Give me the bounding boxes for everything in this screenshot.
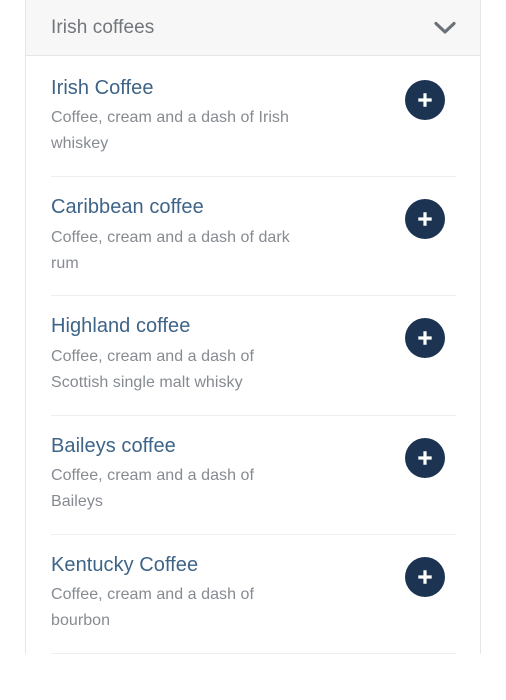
list-item: Kentucky Coffee Coffee, cream and a dash… [51,535,456,655]
plus-icon [415,448,435,468]
item-title: Kentucky Coffee [51,553,199,576]
list-item: Caribbean coffee Coffee, cream and a das… [51,177,456,297]
list-item: Highland coffee Coffee, cream and a dash… [51,296,456,416]
list-item: Irish Coffee Coffee, cream and a dash of… [51,56,456,178]
item-text-block: Kentucky Coffee Coffee, cream and a dash… [51,553,405,634]
menu-item-list: Irish Coffee Coffee, cream and a dash of… [26,56,480,655]
add-item-button[interactable] [405,80,445,120]
plus-icon [415,328,435,348]
add-item-button[interactable] [405,556,445,597]
category-header-irish-coffees[interactable]: Irish coffees [26,0,480,56]
item-description: Coffee, cream and a dash of Irish whiske… [51,109,289,153]
plus-icon [415,567,435,587]
item-title: Caribbean coffee [51,196,204,219]
category-title: Irish coffees [51,17,155,38]
page-root: Irish coffees Irish Coffee Coffee, cream… [0,0,506,700]
item-text-block: Caribbean coffee Coffee, cream and a das… [51,195,405,276]
item-text-block: Irish Coffee Coffee, cream and a dash of… [51,76,405,157]
list-item: Baileys coffee Coffee, cream and a dash … [51,416,456,535]
plus-icon [415,209,435,229]
add-item-button[interactable] [405,437,445,478]
plus-icon [415,90,435,110]
item-text-block: Baileys coffee Coffee, cream and a dash … [51,434,405,515]
item-title: Baileys coffee [51,434,176,457]
item-description: Coffee, cream and a dash of Scottish sin… [51,347,254,391]
item-title: Irish Coffee [51,77,154,99]
item-text-block: Highland coffee Coffee, cream and a dash… [51,314,405,395]
menu-category-card: Irish coffees Irish Coffee Coffee, cream… [25,0,481,655]
item-description: Coffee, cream and a dash of Baileys [51,467,254,510]
add-item-button[interactable] [405,199,445,240]
item-description: Coffee, cream and a dash of bourbon [51,586,254,630]
item-title: Highland coffee [51,315,191,338]
add-item-button[interactable] [405,318,445,359]
item-description: Coffee, cream and a dash of dark rum [51,228,290,272]
chevron-down-icon[interactable] [432,15,458,41]
